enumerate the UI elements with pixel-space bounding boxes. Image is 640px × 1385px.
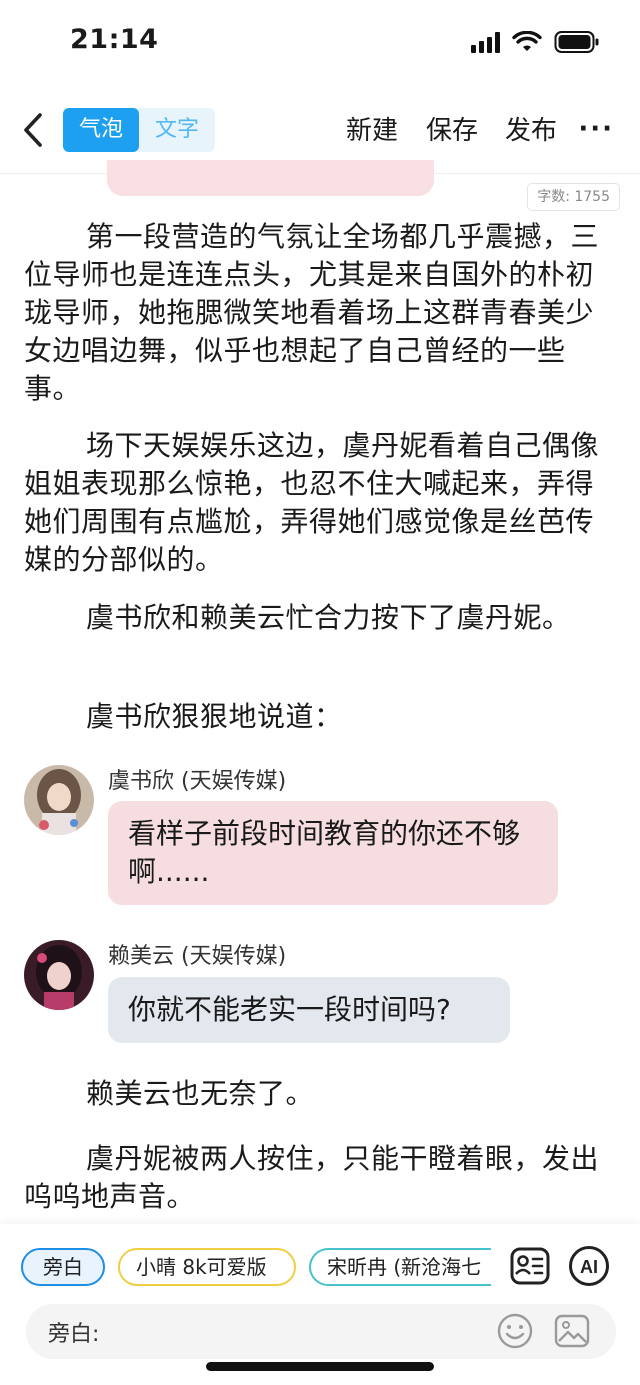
avatar[interactable] xyxy=(24,765,94,835)
speaker-name: 虞书欣 (天娱传媒) xyxy=(108,769,287,794)
emoji-icon[interactable] xyxy=(496,1312,534,1350)
top-nav: 气泡 文字 新建 保存 发布 ··· xyxy=(0,100,640,162)
role-chip[interactable]: 小晴 8k可爱版 xyxy=(118,1248,296,1286)
message-bubble-partial[interactable] xyxy=(107,160,434,196)
avatar[interactable] xyxy=(24,940,94,1010)
message-bubble[interactable]: 你就不能老实一段时间吗? xyxy=(108,977,510,1043)
status-time: 21:14 xyxy=(70,24,159,55)
home-indicator xyxy=(206,1362,434,1371)
narration-paragraph[interactable]: 赖美云也无奈了。 xyxy=(24,1075,604,1113)
status-icons xyxy=(471,30,600,54)
ai-label: AI xyxy=(580,1257,598,1277)
tab-bubble[interactable]: 气泡 xyxy=(63,108,139,152)
narration-paragraph[interactable]: 第一段营造的气氛让全场都几乎震撼，三位导师也是连连点头，尤其是来自国外的朴初珑导… xyxy=(24,218,604,408)
narration-paragraph[interactable]: 虞书欣和赖美云忙合力按下了虞丹妮。 xyxy=(24,599,604,637)
signal-icon xyxy=(471,31,500,53)
back-icon[interactable] xyxy=(18,110,52,150)
bottom-panel: 旁白 小晴 8k可爱版 宋昕冉 (新沧海七 AI 旁白: xyxy=(0,1224,640,1385)
tab-text[interactable]: 文字 xyxy=(139,108,215,152)
narration-paragraph[interactable]: 虞书欣狠狠地说道： xyxy=(24,698,604,736)
narration-input[interactable]: 旁白: xyxy=(26,1304,616,1359)
publish-button[interactable]: 发布 xyxy=(505,110,557,147)
mode-toggle: 气泡 文字 xyxy=(63,108,215,152)
battery-icon xyxy=(554,31,599,53)
message-bubble[interactable]: 看样子前段时间教育的你还不够啊...... xyxy=(108,801,558,905)
narration-paragraph[interactable]: 虞丹妮被两人按住，只能干瞪着眼，发出呜呜地声音。 xyxy=(24,1140,604,1216)
contact-card-icon[interactable] xyxy=(508,1244,552,1288)
narration-paragraph[interactable]: 场下天娱娱乐这边，虞丹妮看着自己偶像姐姐表现那么惊艳，也忍不住大喊起来，弄得她们… xyxy=(24,427,604,579)
image-icon[interactable] xyxy=(553,1312,591,1350)
role-chip-narration[interactable]: 旁白 xyxy=(21,1248,105,1286)
wifi-icon xyxy=(512,31,542,51)
speaker-name: 赖美云 (天娱传媒) xyxy=(108,944,287,969)
role-chip[interactable]: 宋昕冉 (新沧海七 xyxy=(309,1248,491,1286)
status-bar: 21:14 xyxy=(0,0,640,88)
ai-icon[interactable]: AI xyxy=(567,1244,611,1288)
save-button[interactable]: 保存 xyxy=(426,110,478,147)
word-count-badge: 字数: 1755 xyxy=(527,183,620,211)
more-button[interactable]: ··· xyxy=(578,114,614,144)
new-button[interactable]: 新建 xyxy=(346,110,398,147)
input-label: 旁白: xyxy=(48,1322,100,1347)
